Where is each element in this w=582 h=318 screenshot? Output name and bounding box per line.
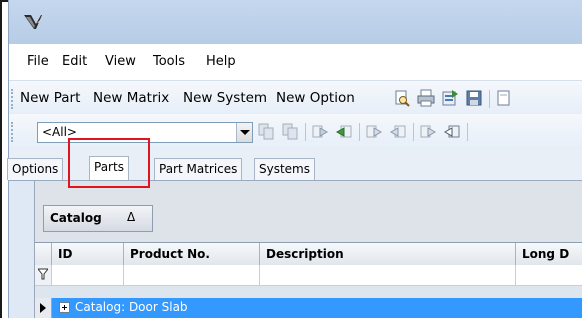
group-by-chip[interactable]: Catalog Δ xyxy=(43,205,153,232)
copy-icon[interactable] xyxy=(257,122,275,140)
screenshot-frame: File Edit View Tools Help New Part New M… xyxy=(0,0,582,318)
column-header-description[interactable]: Description xyxy=(259,243,515,265)
main-toolbar: New Part New Matrix New System New Optio… xyxy=(9,80,582,115)
toolbar-separator xyxy=(489,90,490,108)
menu-bar: File Edit View Tools Help xyxy=(9,44,582,80)
filter-icon xyxy=(38,268,48,280)
app-logo-icon xyxy=(24,15,42,29)
group-by-area: Catalog Δ xyxy=(35,181,582,242)
current-row-icon xyxy=(40,303,46,313)
column-header-id[interactable]: ID xyxy=(51,243,123,265)
new-matrix-button[interactable]: New Matrix xyxy=(93,90,169,106)
group-row[interactable]: Catalog: Door Slab xyxy=(35,298,582,318)
new-part-button[interactable]: New Part xyxy=(20,90,80,106)
filter-row xyxy=(35,265,582,286)
move-left-icon[interactable] xyxy=(335,122,353,140)
combo-dropdown-button[interactable] xyxy=(236,123,252,142)
tab-part-matrices[interactable]: Part Matrices xyxy=(154,158,243,180)
move-right-icon[interactable] xyxy=(311,122,329,140)
tab-options[interactable]: Options xyxy=(7,158,64,180)
grid-spacer xyxy=(35,286,582,298)
print-preview-icon[interactable] xyxy=(393,89,411,107)
menu-file[interactable]: File xyxy=(27,54,49,69)
menu-edit[interactable]: Edit xyxy=(62,54,87,69)
row-selector-header xyxy=(35,243,51,265)
print-icon[interactable] xyxy=(417,89,435,107)
expand-icon[interactable] xyxy=(59,302,70,313)
combo-value: <All> xyxy=(42,125,77,139)
parts-tab-highlight xyxy=(68,138,150,188)
column-header-long-description[interactable]: Long D xyxy=(515,243,582,265)
frame-left-edge xyxy=(0,0,2,318)
paste-icon[interactable] xyxy=(281,122,299,140)
tab-systems[interactable]: Systems xyxy=(254,158,315,180)
receive-icon[interactable] xyxy=(443,122,461,140)
export-icon[interactable] xyxy=(441,89,459,107)
group-by-label: Catalog xyxy=(50,211,102,225)
filter-cell-description[interactable] xyxy=(259,265,515,285)
column-header-product-no[interactable]: Product No. xyxy=(123,243,259,265)
filter-cell-id[interactable] xyxy=(51,265,123,285)
indent-right-icon[interactable] xyxy=(365,122,383,140)
menu-tools[interactable]: Tools xyxy=(153,54,185,69)
toolbar-grip[interactable] xyxy=(11,89,16,109)
new-system-button[interactable]: New System xyxy=(183,90,267,106)
outdent-left-icon[interactable] xyxy=(389,122,407,140)
toolbar-separator xyxy=(467,123,468,141)
toolbar-separator xyxy=(359,123,360,141)
document-icon[interactable] xyxy=(495,89,513,107)
new-option-button[interactable]: New Option xyxy=(276,90,355,106)
toolbar-grip[interactable] xyxy=(11,122,16,142)
menu-view[interactable]: View xyxy=(105,54,136,69)
row-indicator[interactable] xyxy=(35,298,52,318)
toolbar-separator xyxy=(413,123,414,141)
send-icon[interactable] xyxy=(419,122,437,140)
parts-grid: Catalog Δ ID Product No. Description Lon… xyxy=(34,181,582,318)
filter-cell-product-no[interactable] xyxy=(123,265,259,285)
grid-header: ID Product No. Description Long D xyxy=(35,242,582,266)
chevron-down-icon xyxy=(240,130,250,135)
group-row-label: Catalog: Door Slab xyxy=(75,300,188,314)
sort-ascending-icon: Δ xyxy=(127,210,136,224)
menu-help[interactable]: Help xyxy=(206,54,236,69)
save-icon[interactable] xyxy=(465,89,483,107)
toolbar-separator xyxy=(305,123,306,141)
filter-cell-long-description[interactable] xyxy=(515,265,582,285)
filter-row-indicator xyxy=(35,265,51,285)
title-bar xyxy=(9,0,582,44)
